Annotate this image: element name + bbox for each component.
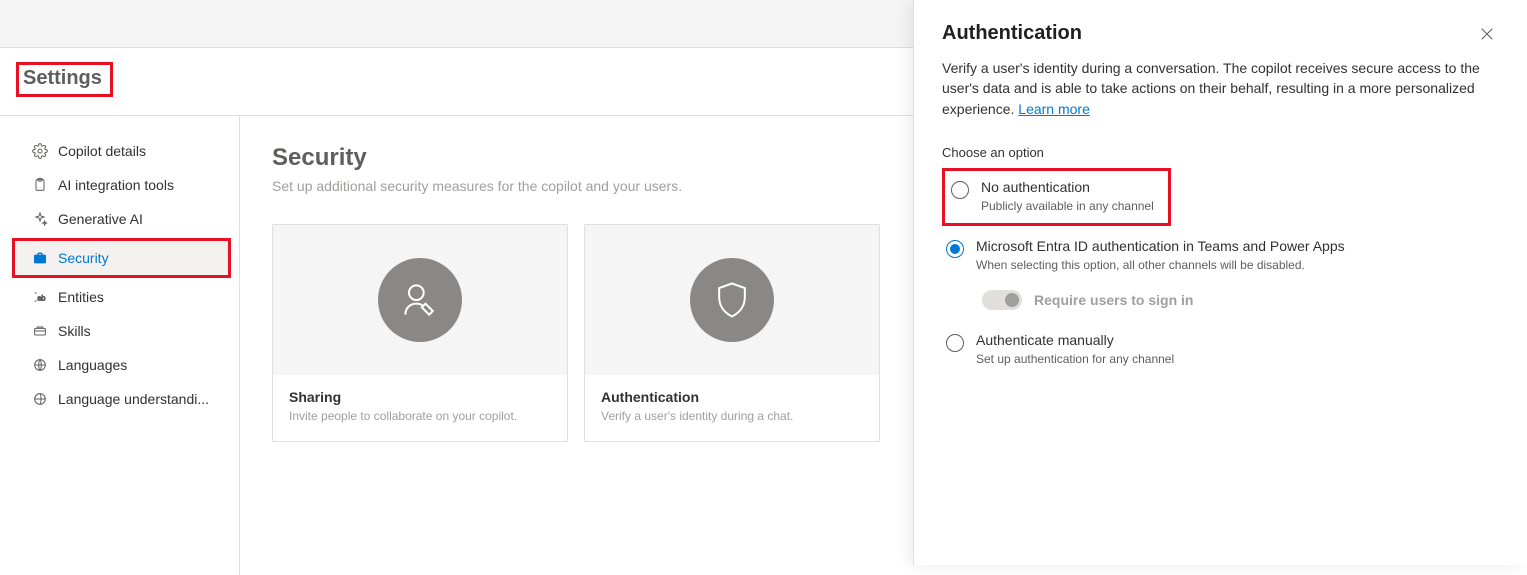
radio-no-authentication[interactable]: No authentication Publicly available in …: [947, 173, 1158, 219]
no-auth-highlight: No authentication Publicly available in …: [942, 168, 1171, 226]
settings-sidebar: Copilot details AI integration tools Gen…: [0, 116, 240, 575]
sidebar-item-label: Generative AI: [58, 211, 143, 227]
sidebar-item-security[interactable]: Security: [15, 241, 228, 275]
authentication-panel: Authentication Verify a user's identity …: [913, 0, 1527, 565]
radio-sub: When selecting this option, all other ch…: [976, 258, 1345, 272]
card-desc: Verify a user's identity during a chat.: [601, 409, 863, 423]
radio-title: Authenticate manually: [976, 332, 1174, 348]
radio-entra-id[interactable]: Microsoft Entra ID authentication in Tea…: [942, 232, 1349, 278]
sidebar-item-generative-ai[interactable]: Generative AI: [0, 202, 239, 236]
sidebar-item-label: Security: [58, 250, 109, 266]
sidebar-item-label: Languages: [58, 357, 127, 373]
sharing-card[interactable]: Sharing Invite people to collaborate on …: [272, 224, 568, 442]
sidebar-item-label: Language understandi...: [58, 391, 209, 407]
learn-more-link[interactable]: Learn more: [1018, 101, 1090, 117]
sparkle-icon: [32, 211, 48, 227]
sidebar-security-highlight: Security: [12, 238, 231, 278]
card-top: [273, 225, 567, 375]
entities-icon: ab: [32, 289, 48, 305]
sidebar-item-entities[interactable]: ab Entities: [0, 280, 239, 314]
card-top: [585, 225, 879, 375]
clipboard-icon: [32, 177, 48, 193]
close-icon: [1480, 27, 1494, 41]
radio-title: Microsoft Entra ID authentication in Tea…: [976, 238, 1345, 254]
briefcase-icon: [32, 250, 48, 266]
auth-options: No authentication Publicly available in …: [942, 168, 1499, 372]
card-title: Authentication: [601, 389, 863, 405]
panel-description: Verify a user's identity during a conver…: [942, 58, 1499, 119]
sidebar-item-label: Skills: [58, 323, 91, 339]
choose-option-label: Choose an option: [942, 145, 1499, 160]
sidebar-item-copilot-details[interactable]: Copilot details: [0, 134, 239, 168]
language-understanding-icon: [32, 391, 48, 407]
panel-title: Authentication: [942, 22, 1082, 45]
sidebar-item-language-understanding[interactable]: Language understandi...: [0, 382, 239, 416]
sidebar-item-skills[interactable]: Skills: [0, 314, 239, 348]
card-title: Sharing: [289, 389, 551, 405]
close-button[interactable]: [1475, 22, 1499, 46]
radio-icon[interactable]: [946, 240, 964, 258]
sidebar-item-label: Entities: [58, 289, 104, 305]
radio-sub: Set up authentication for any channel: [976, 352, 1174, 366]
languages-icon: [32, 357, 48, 373]
radio-icon[interactable]: [946, 334, 964, 352]
radio-title: No authentication: [981, 179, 1154, 195]
shield-icon: [690, 258, 774, 342]
require-signin-toggle[interactable]: [982, 290, 1022, 310]
card-desc: Invite people to collaborate on your cop…: [289, 409, 551, 423]
authentication-card[interactable]: Authentication Verify a user's identity …: [584, 224, 880, 442]
require-signin-row: Require users to sign in: [982, 290, 1193, 310]
sidebar-item-ai-integration[interactable]: AI integration tools: [0, 168, 239, 202]
page-title: Settings: [23, 67, 102, 90]
svg-text:ab: ab: [37, 293, 45, 302]
sidebar-item-label: Copilot details: [58, 143, 146, 159]
radio-sub: Publicly available in any channel: [981, 199, 1154, 213]
person-edit-icon: [378, 258, 462, 342]
sidebar-item-label: AI integration tools: [58, 177, 174, 193]
toggle-label: Require users to sign in: [1034, 292, 1193, 308]
skills-icon: [32, 323, 48, 339]
radio-authenticate-manually[interactable]: Authenticate manually Set up authenticat…: [942, 326, 1178, 372]
sidebar-item-languages[interactable]: Languages: [0, 348, 239, 382]
settings-title-highlight: Settings: [16, 62, 113, 97]
radio-icon[interactable]: [951, 181, 969, 199]
gear-icon: [32, 143, 48, 159]
